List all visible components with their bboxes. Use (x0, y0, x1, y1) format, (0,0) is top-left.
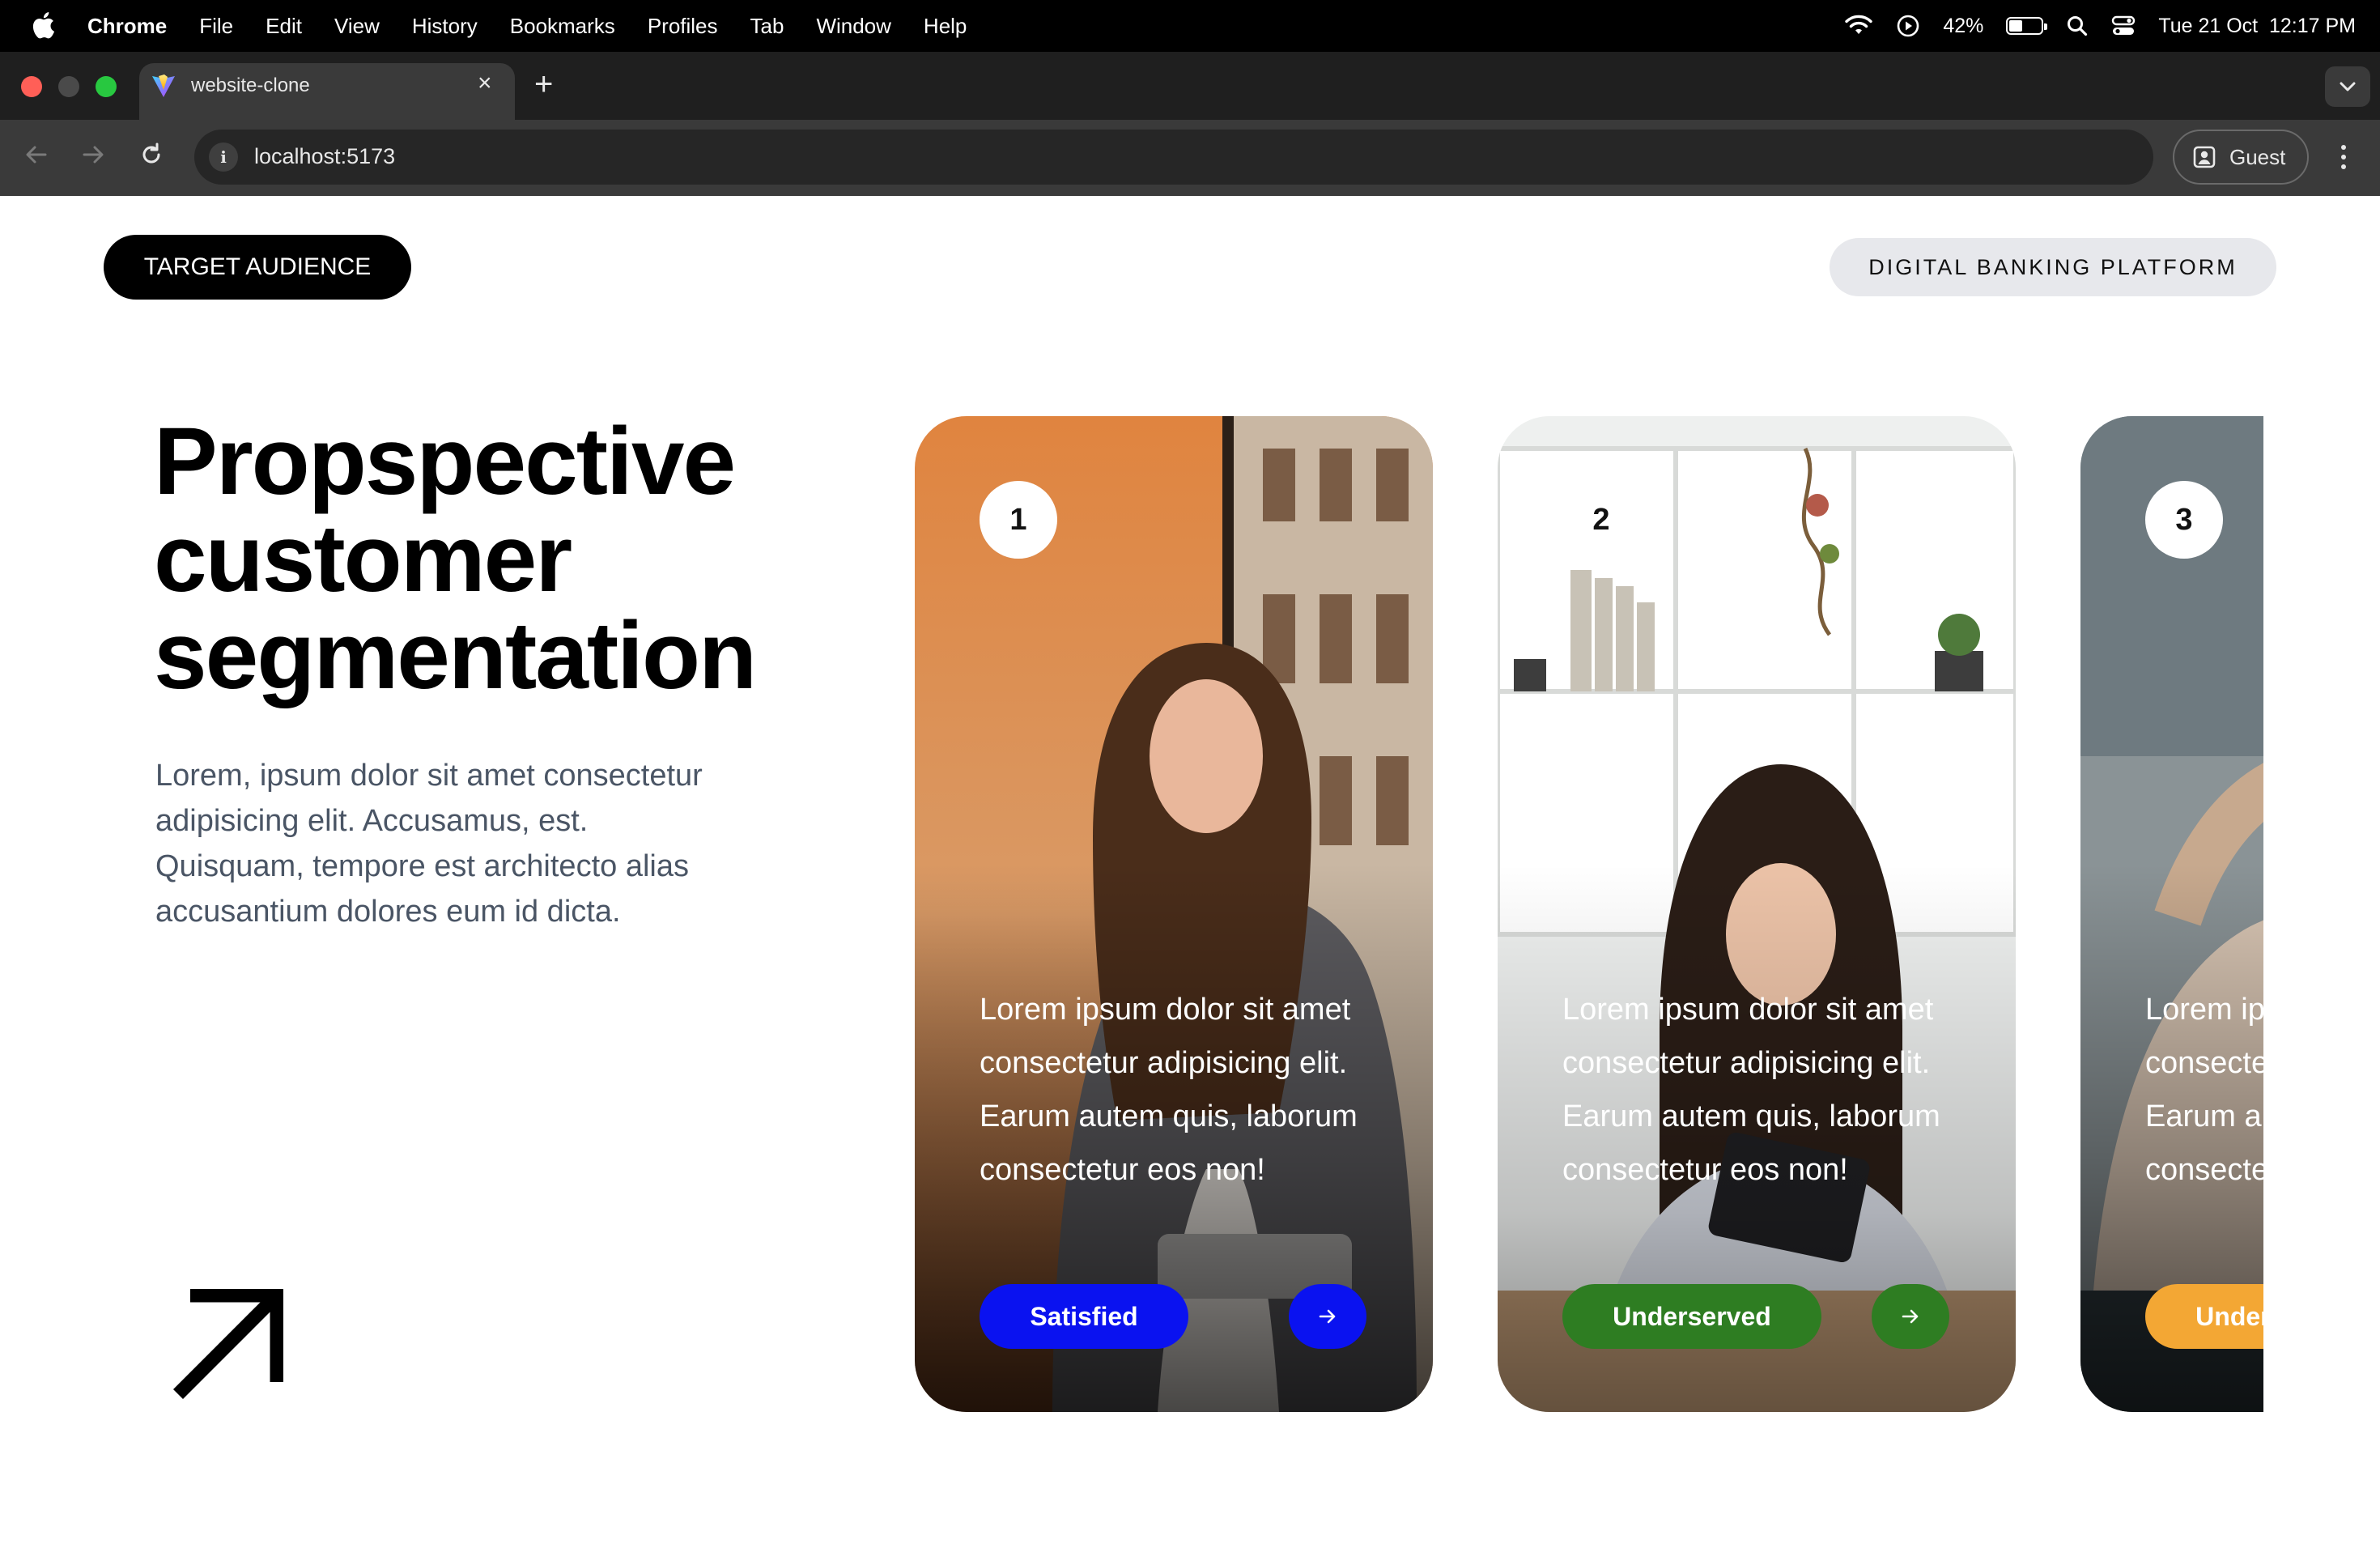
card-1-segment-button[interactable]: Satisfied (980, 1284, 1188, 1349)
window-zoom-button[interactable] (96, 76, 117, 97)
segment-card-3[interactable]: 3 Lorem ipsum dolor sit amet consectetur… (2080, 416, 2263, 1412)
menu-tab[interactable]: Tab (750, 14, 784, 39)
more-icon[interactable] (2331, 142, 2356, 172)
card-3-shade (2080, 416, 2263, 1412)
card-2-segment-button[interactable]: Underserved (1562, 1284, 1821, 1349)
menu-bar: Chrome File Edit View History Bookmarks … (0, 0, 2380, 52)
card-2-shade (1498, 416, 2016, 1412)
chevron-down-icon (2340, 82, 2356, 91)
arrow-right-icon (1902, 1309, 1919, 1324)
apple-icon[interactable] (31, 11, 55, 39)
card-3-text: Lorem ipsum dolor sit amet consectetur a… (2145, 993, 2263, 1187)
play-icon[interactable] (1896, 14, 1920, 38)
status-area: 42% Tue 21 Oct 12:17 PM (1844, 0, 2356, 52)
menu-file[interactable]: File (199, 14, 233, 39)
tab-title: website-clone (191, 74, 310, 96)
segment-card-2[interactable]: 2 Lorem ipsum dolor sit amet consectetur… (1498, 416, 2016, 1412)
menu-app-name[interactable]: Chrome (87, 14, 167, 39)
intro-paragraph: Lorem, ipsum dolor sit amet consectetur … (155, 759, 703, 929)
card-3-clip: 3 Lorem ipsum dolor sit amet consectetur… (2080, 416, 2263, 1412)
profile-icon (2193, 146, 2216, 168)
profile-button[interactable]: Guest (2173, 130, 2309, 185)
battery-tip (2044, 23, 2048, 30)
back-icon[interactable] (23, 141, 50, 168)
forward-icon[interactable] (79, 141, 107, 168)
card-1-number: 1 (980, 481, 1057, 559)
url-text[interactable]: localhost:5173 (254, 144, 395, 169)
menu-history[interactable]: History (412, 14, 478, 39)
window-minimize-button[interactable] (58, 76, 79, 97)
battery-icon[interactable] (2006, 17, 2048, 35)
info-icon[interactable]: i (209, 142, 238, 172)
card-1-shade (915, 416, 1433, 1412)
card-2-text: Lorem ipsum dolor sit amet consectetur a… (1562, 993, 1940, 1187)
tab-close-icon[interactable]: × (478, 71, 492, 96)
address-bar[interactable] (194, 130, 2153, 185)
menu-bookmarks[interactable]: Bookmarks (510, 14, 615, 39)
menu-profiles[interactable]: Profiles (648, 14, 718, 39)
new-tab-plus-icon[interactable]: + (534, 68, 553, 100)
profile-label: Guest (2229, 144, 2286, 169)
wifi-icon[interactable] (1844, 15, 1873, 37)
card-1-arrow-button[interactable] (1289, 1284, 1366, 1349)
vite-favicon-icon (152, 74, 175, 97)
battery-level (2009, 20, 2023, 32)
search-icon[interactable] (2066, 15, 2089, 37)
title-line-1: Propspective (154, 408, 736, 515)
card-2-number: 2 (1562, 481, 1640, 559)
clock[interactable]: Tue 21 Oct 12:17 PM (2158, 15, 2356, 38)
menu-view[interactable]: View (334, 14, 380, 39)
arrow-right-icon (1319, 1309, 1336, 1324)
title-line-3: segmentation (154, 602, 757, 709)
segment-card-1[interactable]: 1 Lorem ipsum dolor sit amet consectetur… (915, 416, 1433, 1412)
page-viewport: TARGET AUDIENCE DIGITAL BANKING PLATFORM… (0, 196, 2380, 1548)
card-2-arrow-button[interactable] (1872, 1284, 1949, 1349)
card-3-number: 3 (2145, 481, 2223, 559)
card-1-text: Lorem ipsum dolor sit amet consectetur a… (980, 993, 1358, 1187)
battery-percent: 42% (1943, 14, 1984, 37)
platform-tag: DIGITAL BANKING PLATFORM (1830, 238, 2276, 296)
control-center-icon[interactable] (2111, 15, 2136, 37)
menu-edit[interactable]: Edit (266, 14, 302, 39)
menu-help[interactable]: Help (924, 14, 967, 39)
target-audience-tag: TARGET AUDIENCE (104, 235, 411, 300)
tab-search-button[interactable] (2325, 66, 2370, 107)
reload-icon[interactable] (138, 141, 165, 168)
page-title: Propspective customer segmentation (154, 413, 882, 704)
window-close-button[interactable] (21, 76, 42, 97)
arrow-up-right-icon[interactable] (170, 1289, 283, 1402)
title-line-2: customer (154, 505, 572, 612)
card-3-segment-button[interactable]: Underserved (2145, 1284, 2263, 1349)
menu-window[interactable]: Window (816, 14, 890, 39)
